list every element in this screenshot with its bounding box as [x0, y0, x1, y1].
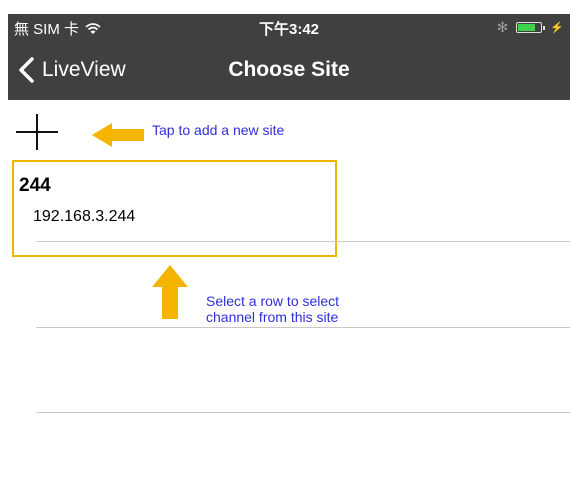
site-address: 192.168.3.244 [33, 208, 136, 225]
battery-icon [516, 21, 546, 33]
battery-level [518, 23, 536, 31]
add-site-hint: Tap to add a new site [152, 122, 285, 138]
add-site-button[interactable] [14, 112, 60, 152]
row-divider [36, 327, 570, 328]
row-divider [36, 412, 570, 413]
arrow-left-icon [92, 123, 144, 147]
select-row-hint: Select a row to select channel from this… [206, 293, 339, 325]
charging-icon: ⚡ [550, 21, 564, 34]
select-hint-line1: Select a row to select [206, 293, 340, 309]
status-time: 下午3:42 [258, 21, 320, 38]
nav-bar: LiveView Choose Site [8, 40, 570, 100]
page-title: Choose Site [228, 58, 350, 81]
site-name: 244 [19, 175, 51, 196]
bluetooth-icon: ✻ [496, 19, 509, 35]
arrow-up-icon [152, 265, 188, 319]
site-row[interactable]: 244 192.168.3.244 [12, 160, 337, 257]
status-right: ✻ ⚡ [497, 19, 564, 35]
row-divider [36, 241, 570, 242]
plus-icon [16, 114, 58, 150]
battery-nub [543, 25, 546, 30]
select-hint-line2: channel from this site [206, 309, 339, 325]
status-bar: 無 SIM 卡 下午3:42 ✻ ⚡ [8, 14, 570, 40]
